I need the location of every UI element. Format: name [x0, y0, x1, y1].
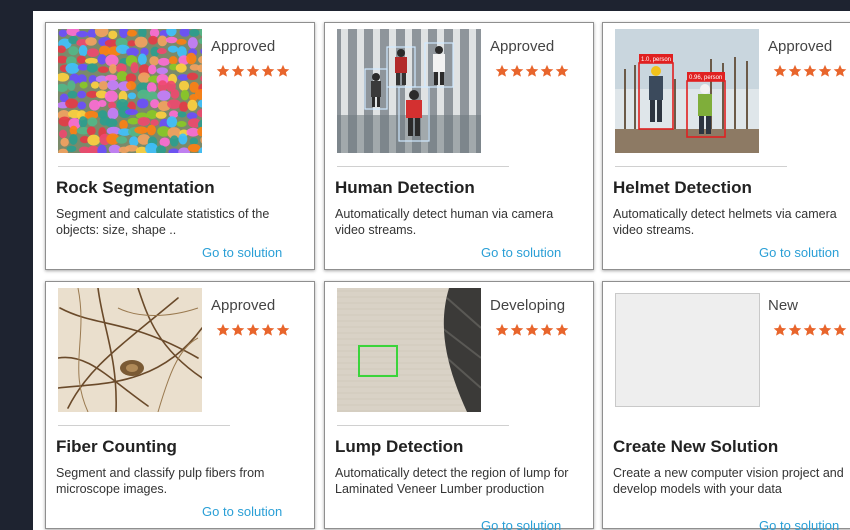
divider [615, 166, 787, 167]
card-title: Fiber Counting [56, 437, 177, 456]
star-icon [510, 64, 524, 77]
solution-card-lump-detection[interactable]: Developing Lump Detection Automatically … [324, 281, 594, 530]
card-title: Human Detection [335, 178, 475, 197]
rating-stars [495, 323, 569, 337]
go-to-solution-link[interactable]: Go to solution [759, 518, 839, 530]
status-badge: Developing [490, 297, 566, 314]
star-icon [246, 64, 260, 77]
solution-card-rock-segmentation[interactable]: Approved Rock Segmentation Segment and c… [45, 22, 315, 270]
star-icon [818, 323, 832, 336]
go-to-solution-link[interactable]: Go to solution [481, 518, 561, 530]
lump-detection-image [337, 288, 481, 412]
solution-card-create-new[interactable]: New Create New Solution Create a new com… [602, 281, 850, 530]
divider [337, 166, 509, 167]
star-icon [525, 323, 539, 336]
go-to-solution-link[interactable]: Go to solution [202, 245, 282, 260]
status-badge: Approved [211, 38, 276, 55]
card-title: Lump Detection [335, 437, 464, 456]
star-icon [276, 323, 290, 336]
star-icon [540, 64, 554, 77]
divider [58, 425, 230, 426]
status-badge: Approved [768, 38, 833, 55]
card-description: Automatically detect the region of lump … [335, 466, 569, 496]
card-title: Create New Solution [613, 437, 779, 456]
go-to-solution-link[interactable]: Go to solution [759, 245, 839, 260]
fiber-counting-image [58, 288, 202, 412]
star-icon [231, 64, 245, 77]
star-icon [540, 323, 554, 336]
star-icon [261, 323, 275, 336]
go-to-solution-link[interactable]: Go to solution [202, 504, 282, 519]
star-icon [276, 64, 290, 77]
divider [58, 166, 230, 167]
detection-label: 1.0, person [641, 57, 671, 63]
star-icon [525, 64, 539, 77]
star-icon [495, 64, 509, 77]
star-icon [833, 64, 847, 77]
card-title: Helmet Detection [613, 178, 752, 197]
helmet-detection-image: 1.0, person 0.96, person [615, 29, 759, 153]
star-icon [803, 323, 817, 336]
solution-card-helmet-detection[interactable]: 1.0, person 0.96, person Approved Helmet… [602, 22, 850, 270]
star-icon [246, 323, 260, 336]
card-description: Segment and calculate statistics of the … [56, 207, 270, 237]
star-icon [231, 323, 245, 336]
detection-label: 0.96, person [689, 75, 722, 81]
status-badge: Approved [211, 297, 276, 314]
solution-card-fiber-counting[interactable]: Approved Fiber Counting Segment and clas… [45, 281, 315, 529]
card-title: Rock Segmentation [56, 178, 215, 197]
card-description: Automatically detect helmets via camera … [613, 207, 837, 237]
star-icon [261, 64, 275, 77]
status-badge: New [768, 297, 799, 314]
star-icon [216, 323, 230, 336]
star-icon [555, 323, 569, 336]
human-detection-image [337, 29, 481, 153]
star-icon [773, 64, 787, 77]
rating-stars [216, 64, 290, 78]
star-icon [788, 64, 802, 77]
card-description: Automatically detect human via camera vi… [335, 207, 554, 237]
star-icon [495, 323, 509, 336]
card-description: Segment and classify pulp fibers from mi… [56, 466, 265, 496]
rating-stars [773, 323, 847, 337]
card-description: Create a new computer vision project and… [613, 466, 844, 496]
rock-segmentation-image [58, 29, 202, 153]
rating-stars [773, 64, 847, 78]
rating-stars [216, 323, 290, 337]
star-icon [510, 323, 524, 336]
rating-stars [495, 64, 569, 78]
star-icon [555, 64, 569, 77]
star-icon [216, 64, 230, 77]
star-icon [773, 323, 787, 336]
go-to-solution-link[interactable]: Go to solution [481, 245, 561, 260]
star-icon [833, 323, 847, 336]
solutions-panel: Approved Rock Segmentation Segment and c… [33, 11, 850, 530]
star-icon [788, 323, 802, 336]
star-icon [818, 64, 832, 77]
blank-placeholder-image [615, 293, 760, 407]
divider [337, 425, 509, 426]
status-badge: Approved [490, 38, 555, 55]
solution-card-human-detection[interactable]: Approved Human Detection Automatically d… [324, 22, 594, 270]
star-icon [803, 64, 817, 77]
